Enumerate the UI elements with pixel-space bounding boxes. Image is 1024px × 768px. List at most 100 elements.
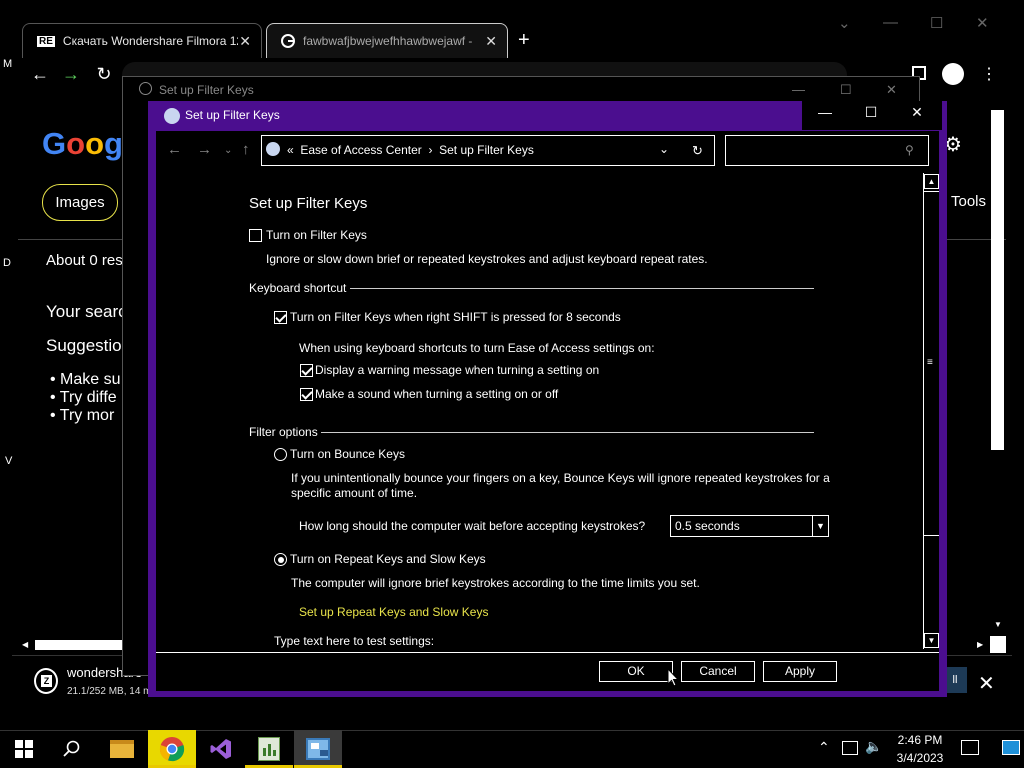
- radio-label[interactable]: Turn on Bounce Keys: [290, 447, 405, 461]
- notifications-icon[interactable]: [961, 740, 979, 755]
- clock-date[interactable]: 3/4/2023: [891, 751, 949, 765]
- repeat-keys-radio[interactable]: [274, 553, 287, 566]
- wait-time-label: How long should the computer wait before…: [299, 519, 646, 533]
- minimize-icon[interactable]: —: [792, 82, 805, 97]
- bounce-keys-radio[interactable]: [274, 448, 287, 461]
- close-tab-icon[interactable]: ✕: [485, 33, 497, 50]
- background-dialog-title: Set up Filter Keys: [159, 83, 254, 97]
- minimize-icon[interactable]: —: [883, 14, 898, 31]
- ok-button[interactable]: OK: [599, 661, 673, 682]
- apply-button[interactable]: Apply: [763, 661, 837, 682]
- back-arrow-icon[interactable]: ←: [167, 141, 182, 158]
- chevron-down-icon[interactable]: ▼: [812, 516, 828, 536]
- search-input[interactable]: [725, 135, 929, 166]
- side-letter: D: [3, 257, 11, 269]
- taskbar-chrome[interactable]: [148, 730, 196, 768]
- taskbar-file-explorer[interactable]: [98, 730, 146, 768]
- google-favicon-icon: [281, 34, 295, 48]
- chevron-up-icon[interactable]: ⌃: [818, 739, 830, 756]
- back-arrow-icon[interactable]: ←: [29, 64, 51, 86]
- search-icon: [63, 740, 80, 757]
- avatar[interactable]: [942, 63, 964, 85]
- sound-checkbox[interactable]: [300, 388, 313, 401]
- maximize-icon[interactable]: ☐: [930, 14, 943, 32]
- page-scrollbar-thumb[interactable]: [991, 110, 1004, 450]
- visual-studio-icon: [210, 739, 231, 759]
- forward-arrow-icon[interactable]: →: [197, 141, 212, 158]
- cancel-button[interactable]: Cancel: [681, 661, 755, 682]
- radio-label[interactable]: Turn on Repeat Keys and Slow Keys: [290, 552, 486, 566]
- close-tab-icon[interactable]: ✕: [239, 33, 251, 50]
- start-button[interactable]: [0, 730, 48, 768]
- forward-arrow-icon[interactable]: →: [60, 64, 82, 86]
- clock-time[interactable]: 2:46 PM: [891, 733, 949, 747]
- warning-message-checkbox[interactable]: [300, 364, 313, 377]
- divider: [156, 652, 939, 653]
- control-panel-icon: [306, 738, 330, 760]
- taskbar-visual-studio[interactable]: [197, 730, 245, 768]
- folder-icon: [110, 740, 134, 758]
- group-label: Filter options: [249, 425, 318, 439]
- group-label: Keyboard shortcut: [249, 281, 347, 295]
- scroll-down-icon[interactable]: ▼: [994, 620, 1002, 629]
- side-letter: M: [3, 58, 13, 70]
- taskbar-ease-of-access[interactable]: [294, 730, 342, 768]
- breadcrumb-root[interactable]: Ease of Access Center: [300, 143, 421, 157]
- suggestion-item: • Try mor: [50, 407, 115, 424]
- ease-of-access-icon: [139, 82, 152, 95]
- close-icon[interactable]: ✕: [886, 82, 897, 98]
- group-divider: [350, 288, 814, 289]
- close-icon[interactable]: ✕: [897, 104, 937, 126]
- chevron-down-icon[interactable]: ⌄: [659, 142, 669, 156]
- description: When using keyboard shortcuts to turn Ea…: [299, 341, 655, 355]
- windows-logo-icon: [15, 740, 33, 758]
- maximize-icon[interactable]: ☐: [851, 104, 891, 126]
- checkbox-label[interactable]: Turn on Filter Keys when right SHIFT is …: [290, 310, 621, 324]
- images-tab[interactable]: Images: [42, 184, 118, 221]
- tools-link[interactable]: Tools: [951, 193, 986, 210]
- shift-shortcut-checkbox[interactable]: [274, 311, 287, 324]
- menu-dots-icon[interactable]: ⋮: [981, 64, 997, 84]
- close-download-bar-icon[interactable]: ✕: [978, 671, 995, 696]
- volume-icon[interactable]: 🔈: [865, 738, 882, 755]
- repeat-keys-link[interactable]: Set up Repeat Keys and Slow Keys: [299, 605, 488, 619]
- scroll-corner: [990, 636, 1006, 653]
- breadcrumb-text: « Ease of Access Center › Set up Filter …: [287, 143, 534, 157]
- scroll-left-icon[interactable]: ◀: [22, 640, 28, 649]
- network-icon[interactable]: [842, 741, 858, 755]
- minimize-icon[interactable]: —: [805, 104, 845, 126]
- no-results-text: Your searc: [46, 302, 127, 321]
- chart-document-icon: [258, 737, 280, 761]
- chevron-down-icon[interactable]: ⌄: [838, 14, 851, 32]
- search-icon: ⚲: [905, 143, 914, 157]
- refresh-icon[interactable]: ↻: [692, 143, 703, 159]
- search-button[interactable]: [48, 730, 96, 768]
- tab-google-search[interactable]: fawbwafjbwejwefhhawbwejawf - ✕: [266, 23, 508, 58]
- checkbox-label[interactable]: Display a warning message when turning a…: [315, 363, 599, 377]
- show-desktop-icon[interactable]: [1002, 740, 1020, 755]
- horizontal-scrollbar-thumb[interactable]: [35, 640, 125, 650]
- reload-icon[interactable]: ↻: [93, 64, 115, 86]
- scroll-right-icon[interactable]: ▶: [977, 640, 983, 649]
- up-arrow-icon[interactable]: ↑: [242, 141, 250, 158]
- breadcrumb-current[interactable]: Set up Filter Keys: [439, 143, 534, 157]
- recent-pages-icon[interactable]: ⌄: [224, 145, 232, 156]
- maximize-icon[interactable]: ☐: [840, 82, 852, 98]
- close-icon[interactable]: ✕: [976, 14, 989, 32]
- new-tab-button[interactable]: +: [518, 29, 530, 52]
- google-logo[interactable]: Googl: [42, 126, 132, 162]
- scroll-down-icon[interactable]: ▼: [924, 633, 939, 648]
- grip-icon: ≡: [927, 357, 933, 368]
- wait-time-value: 0.5 seconds: [675, 519, 740, 533]
- tab-filmora[interactable]: RE Скачать Wondershare Filmora 12 ✕: [22, 23, 262, 58]
- description: If you unintentionally bounce your finge…: [291, 471, 830, 485]
- taskbar-notepad-app[interactable]: [245, 730, 293, 768]
- checkbox-label[interactable]: Make a sound when turning a setting on o…: [315, 387, 558, 401]
- checkbox-label[interactable]: Turn on Filter Keys: [266, 228, 367, 242]
- side-letter: V: [5, 455, 13, 467]
- turn-on-filter-keys-checkbox[interactable]: [249, 229, 262, 242]
- ease-of-access-icon: [164, 108, 180, 124]
- scroll-up-icon[interactable]: ▲: [924, 174, 939, 189]
- test-label: Type text here to test settings:: [274, 634, 435, 648]
- description: Ignore or slow down brief or repeated ke…: [266, 252, 708, 266]
